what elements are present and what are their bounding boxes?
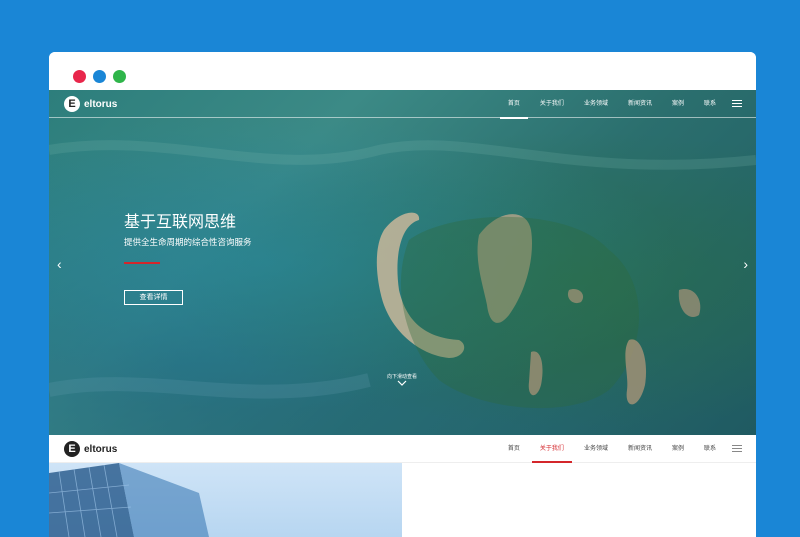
content-panel bbox=[402, 463, 756, 537]
nav-item-cases[interactable]: 案例 bbox=[662, 435, 694, 463]
chevron-down-icon[interactable] bbox=[397, 380, 407, 386]
hamburger-menu-icon[interactable] bbox=[732, 445, 742, 463]
nav-item-contact[interactable]: 联系 bbox=[694, 90, 726, 118]
hero-subtitle: 提供全生命周期的综合性咨询服务 bbox=[124, 237, 252, 247]
nav-item-home[interactable]: 首页 bbox=[498, 435, 530, 463]
logo-icon: E bbox=[64, 441, 80, 457]
nav-item-news[interactable]: 新闻资讯 bbox=[618, 90, 662, 118]
logo[interactable]: E eltorus bbox=[64, 96, 117, 112]
hero-title: 基于互联网思维 bbox=[124, 214, 237, 231]
logo-icon: E bbox=[64, 96, 80, 112]
nav-item-home[interactable]: 首页 bbox=[498, 90, 530, 119]
nav-item-business[interactable]: 业务领域 bbox=[574, 435, 618, 463]
logo-text: eltorus bbox=[84, 98, 118, 110]
nav-item-about[interactable]: 关于我们 bbox=[530, 435, 574, 463]
maximize-window-dot[interactable] bbox=[113, 70, 126, 83]
sticky-nav-list: 首页 关于我们 业务领域 新闻资讯 案例 联系 bbox=[498, 435, 742, 463]
hero-nav-list: 首页 关于我们 业务领域 新闻资讯 案例 联系 bbox=[498, 90, 742, 119]
glass-building-graphic bbox=[49, 463, 209, 537]
prev-slide-arrow-icon[interactable]: ‹ bbox=[57, 257, 62, 271]
hero-banner: E eltorus 首页 关于我们 业务领域 新闻资讯 案例 联系 基于互联网思… bbox=[49, 90, 756, 435]
logo-text: eltorus bbox=[84, 443, 118, 455]
logo[interactable]: E eltorus bbox=[64, 441, 117, 457]
minimize-window-dot[interactable] bbox=[93, 70, 106, 83]
hamburger-menu-icon[interactable] bbox=[732, 100, 742, 118]
hero-accent-line bbox=[124, 262, 160, 264]
nav-item-cases[interactable]: 案例 bbox=[662, 90, 694, 118]
close-window-dot[interactable] bbox=[73, 70, 86, 83]
view-details-button[interactable]: 查看详情 bbox=[124, 290, 183, 305]
nav-item-news[interactable]: 新闻资讯 bbox=[618, 435, 662, 463]
building-image bbox=[49, 463, 402, 537]
hero-top-nav: E eltorus 首页 关于我们 业务领域 新闻资讯 案例 联系 bbox=[49, 90, 756, 119]
window-titlebar bbox=[49, 52, 756, 90]
next-slide-arrow-icon[interactable]: › bbox=[743, 257, 748, 271]
nav-item-about[interactable]: 关于我们 bbox=[530, 90, 574, 118]
nav-item-business[interactable]: 业务领域 bbox=[574, 90, 618, 118]
nav-item-contact[interactable]: 联系 bbox=[694, 435, 726, 463]
browser-window: E eltorus 首页 关于我们 业务领域 新闻资讯 案例 联系 基于互联网思… bbox=[49, 52, 756, 537]
sticky-nav: E eltorus 首页 关于我们 业务领域 新闻资讯 案例 联系 bbox=[49, 435, 756, 463]
scroll-hint-text: 向下滑动查看 bbox=[386, 374, 417, 380]
